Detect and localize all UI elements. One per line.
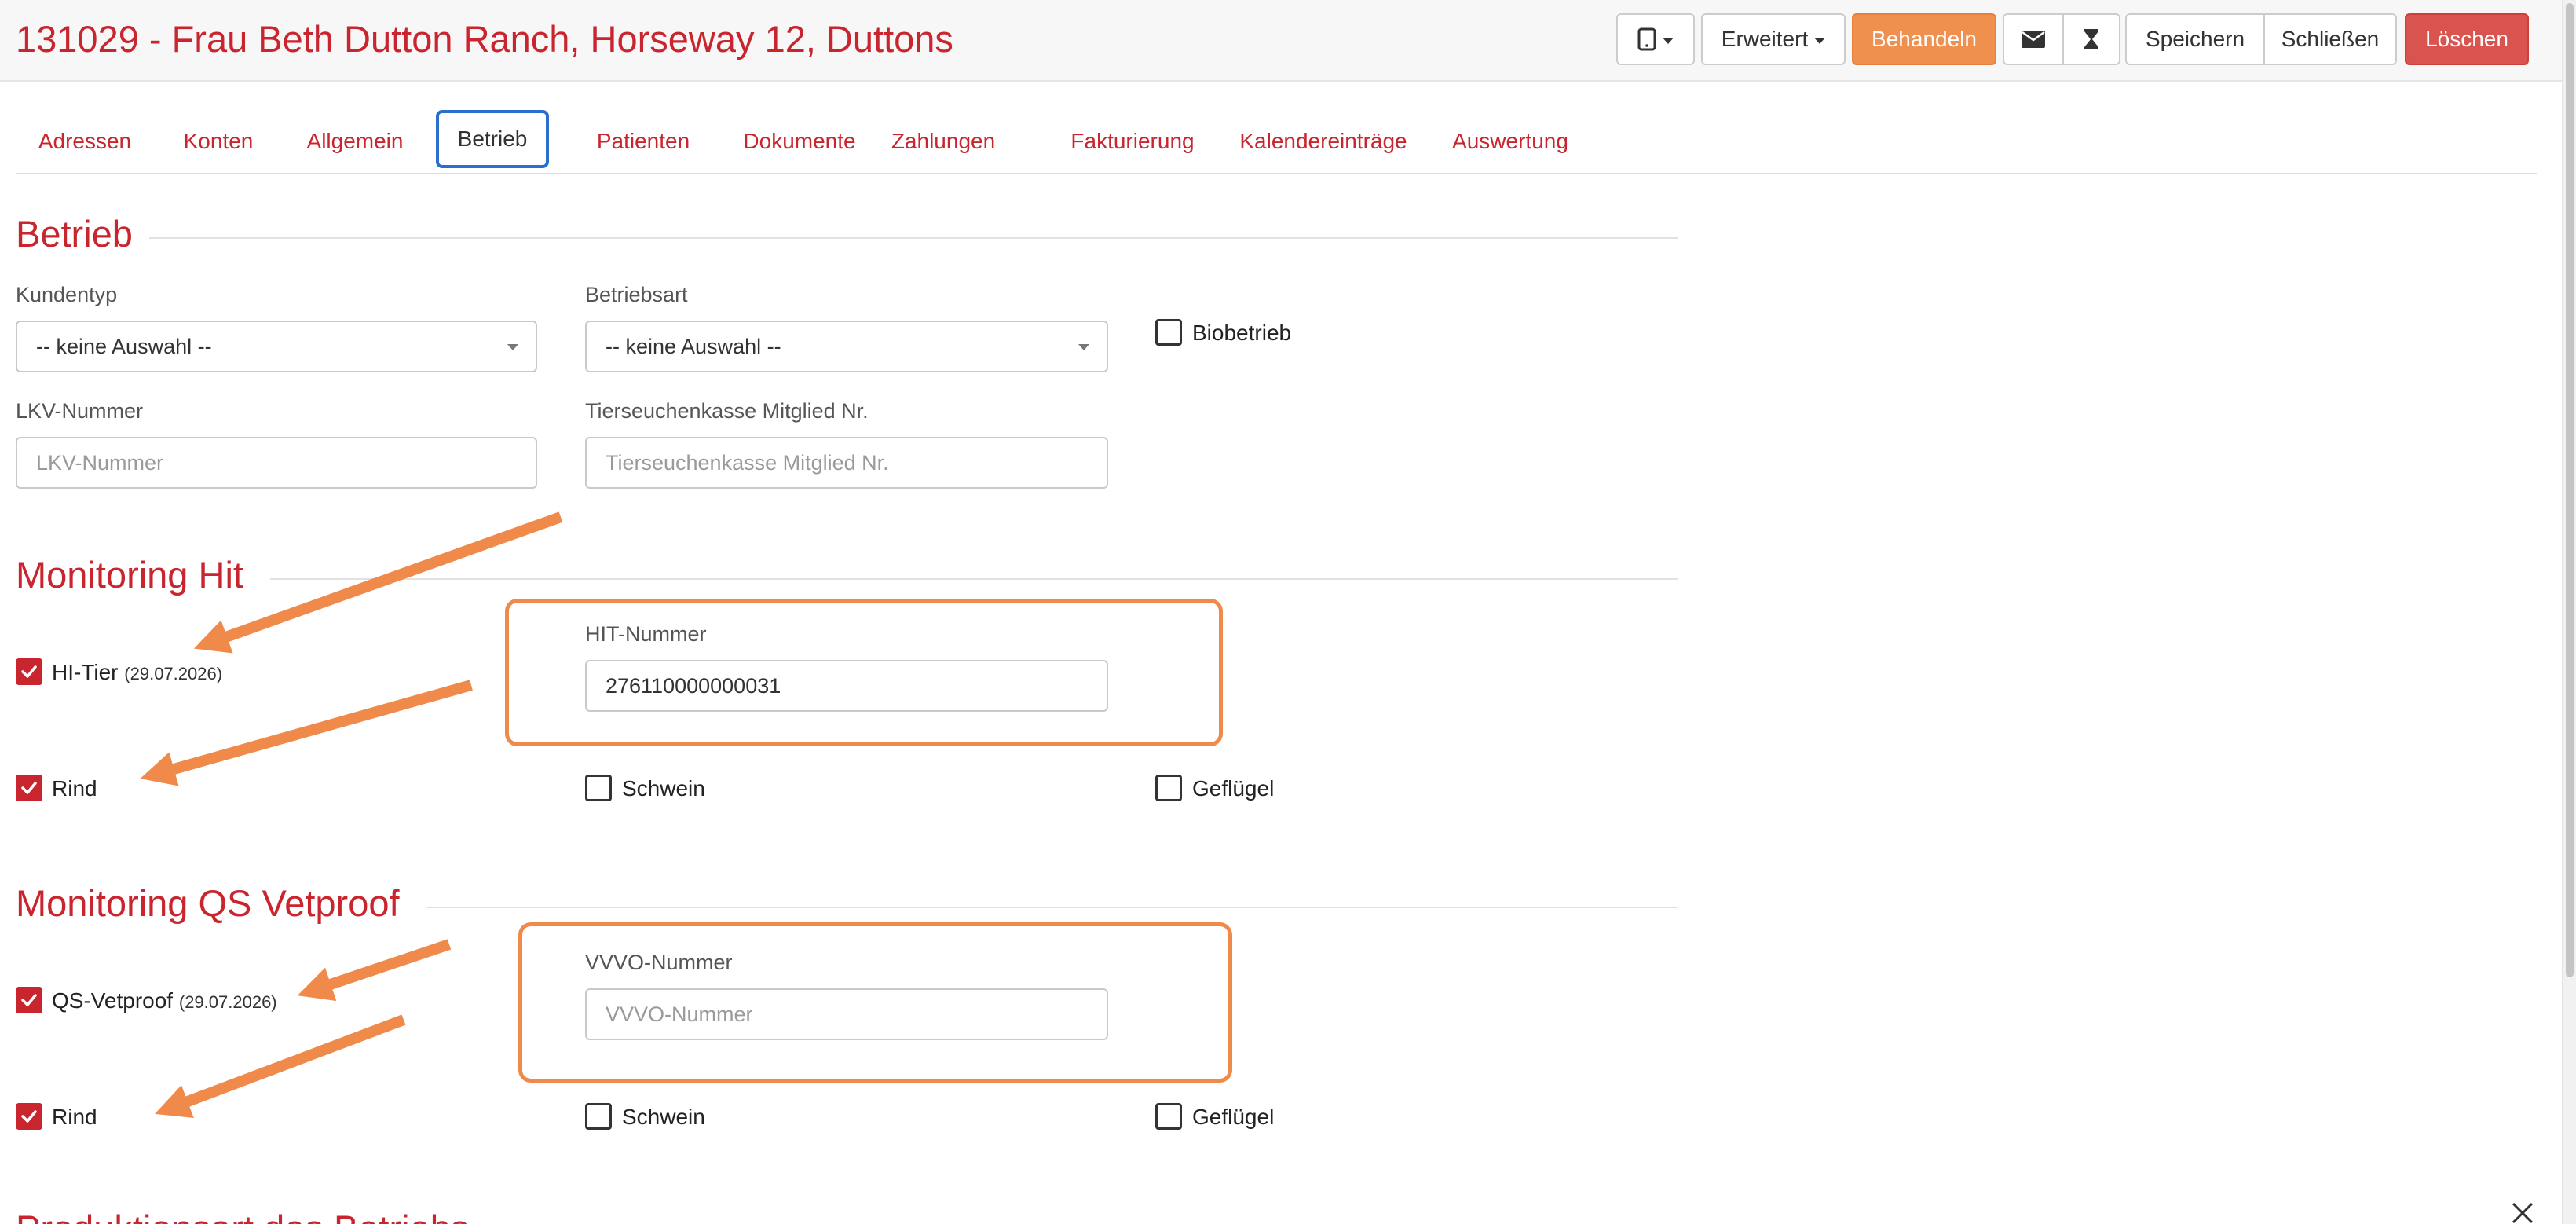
hourglass-button[interactable] <box>2062 13 2120 65</box>
biobetrieb-label: Biobetrieb <box>1192 321 1292 345</box>
betriebsart-value: -- keine Auswahl -- <box>606 334 781 358</box>
tab-zahlungen[interactable]: Zahlungen <box>881 108 1005 174</box>
tab-allgemein[interactable]: Allgemein <box>284 108 426 174</box>
tab-fakturierung[interactable]: Fakturierung <box>1040 108 1225 174</box>
behandeln-button[interactable]: Behandeln <box>1852 13 1996 65</box>
arrow-to-qs-rind <box>155 1014 406 1119</box>
checkmark-icon <box>21 1110 37 1123</box>
tab-patienten[interactable]: Patienten <box>561 108 726 174</box>
hourglass-icon <box>2084 29 2098 49</box>
checkmark-icon <box>21 782 37 794</box>
tab-bar: Adressen Konten Allgemein Betrieb Patien… <box>16 108 2537 174</box>
section-divider <box>149 237 1678 239</box>
qs-gefluegel-checkbox[interactable] <box>1155 1103 1182 1130</box>
speichern-button[interactable]: Speichern <box>2125 13 2265 65</box>
schliessen-button[interactable]: Schließen <box>2263 13 2397 65</box>
envelope-icon <box>2022 31 2045 48</box>
betriebsart-select[interactable]: -- keine Auswahl -- <box>585 321 1108 372</box>
chevron-down-icon <box>507 344 518 350</box>
lkv-placeholder: LKV-Nummer <box>36 450 164 475</box>
erweitert-dropdown-button[interactable]: Erweitert <box>1701 13 1846 65</box>
qs-rind-label: Rind <box>52 1105 97 1129</box>
device-dropdown-button[interactable] <box>1616 13 1695 65</box>
section-title-produktionsart: Produktionsart des Betriebs <box>16 1207 469 1224</box>
section-title-monitoring-hit: Monitoring Hit <box>16 554 243 596</box>
hi-tier-label: HI-Tier (29.07.2026) <box>52 660 222 685</box>
qs-vetproof-text: QS-Vetproof <box>52 988 174 1013</box>
hi-tier-text: HI-Tier <box>52 660 119 684</box>
page-title: 131029 - Frau Beth Dutton Ranch, Horsewa… <box>16 18 953 60</box>
arrow-to-hit-rind <box>140 680 473 786</box>
tsk-placeholder: Tierseuchenkasse Mitglied Nr. <box>606 450 889 475</box>
qs-vetproof-date: (29.07.2026) <box>178 992 277 1012</box>
hi-tier-checkbox[interactable] <box>16 658 42 685</box>
section-divider <box>270 578 1678 580</box>
hit-rind-checkbox[interactable] <box>16 775 42 801</box>
tab-betrieb[interactable]: Betrieb <box>436 110 549 168</box>
checkmark-icon <box>21 665 37 678</box>
hit-schwein-label: Schwein <box>622 776 705 801</box>
header-bar: 131029 - Frau Beth Dutton Ranch, Horsewa… <box>0 0 2562 82</box>
lkv-label: LKV-Nummer <box>16 399 144 423</box>
checkmark-icon <box>21 994 37 1006</box>
scrollbar-thumb[interactable] <box>2566 3 2574 977</box>
tablet-icon <box>1637 27 1656 51</box>
biobetrieb-checkbox[interactable] <box>1155 319 1182 346</box>
hi-tier-date: (29.07.2026) <box>124 664 223 683</box>
section-divider <box>426 907 1678 908</box>
chevron-down-icon <box>1663 38 1674 44</box>
hit-schwein-checkbox[interactable] <box>585 775 612 801</box>
section-title-monitoring-qs: Monitoring QS Vetproof <box>16 882 400 924</box>
loeschen-button[interactable]: Löschen <box>2405 13 2529 65</box>
qs-schwein-checkbox[interactable] <box>585 1103 612 1130</box>
chevron-down-icon <box>1814 38 1826 44</box>
highlight-box-vvvo-nummer <box>518 922 1232 1083</box>
tab-auswertung[interactable]: Auswertung <box>1434 108 1586 174</box>
erweitert-label: Erweitert <box>1721 27 1809 51</box>
lkv-input[interactable]: LKV-Nummer <box>16 437 537 489</box>
qs-vetproof-label: QS-Vetproof (29.07.2026) <box>52 988 277 1013</box>
kundentyp-select[interactable]: -- keine Auswahl -- <box>16 321 537 372</box>
tab-adressen[interactable]: Adressen <box>16 108 154 174</box>
annotation-arrows <box>140 511 563 1119</box>
tab-dokumente[interactable]: Dokumente <box>721 108 878 174</box>
tsk-input[interactable]: Tierseuchenkasse Mitglied Nr. <box>585 437 1108 489</box>
qs-gefluegel-label: Geflügel <box>1192 1105 1275 1129</box>
hit-rind-label: Rind <box>52 776 97 801</box>
arrow-to-qs-vetproof <box>297 939 452 1002</box>
close-icon[interactable] <box>2507 1197 2538 1224</box>
section-title-betrieb: Betrieb <box>16 213 133 255</box>
hit-gefluegel-checkbox[interactable] <box>1155 775 1182 801</box>
highlight-box-hit-nummer <box>505 599 1223 746</box>
qs-rind-checkbox[interactable] <box>16 1103 42 1130</box>
qs-vetproof-checkbox[interactable] <box>16 987 42 1013</box>
tab-kalendereintraege[interactable]: Kalendereinträge <box>1225 108 1422 174</box>
tsk-label: Tierseuchenkasse Mitglied Nr. <box>585 399 869 423</box>
email-button[interactable] <box>2003 13 2064 65</box>
chevron-down-icon <box>1078 344 1089 350</box>
tab-konten[interactable]: Konten <box>165 108 272 174</box>
kundentyp-label: Kundentyp <box>16 283 118 306</box>
kundentyp-value: -- keine Auswahl -- <box>36 334 212 358</box>
hit-gefluegel-label: Geflügel <box>1192 776 1275 801</box>
page-scrollbar[interactable] <box>2562 0 2576 1224</box>
qs-schwein-label: Schwein <box>622 1105 705 1129</box>
betriebsart-label: Betriebsart <box>585 283 688 306</box>
